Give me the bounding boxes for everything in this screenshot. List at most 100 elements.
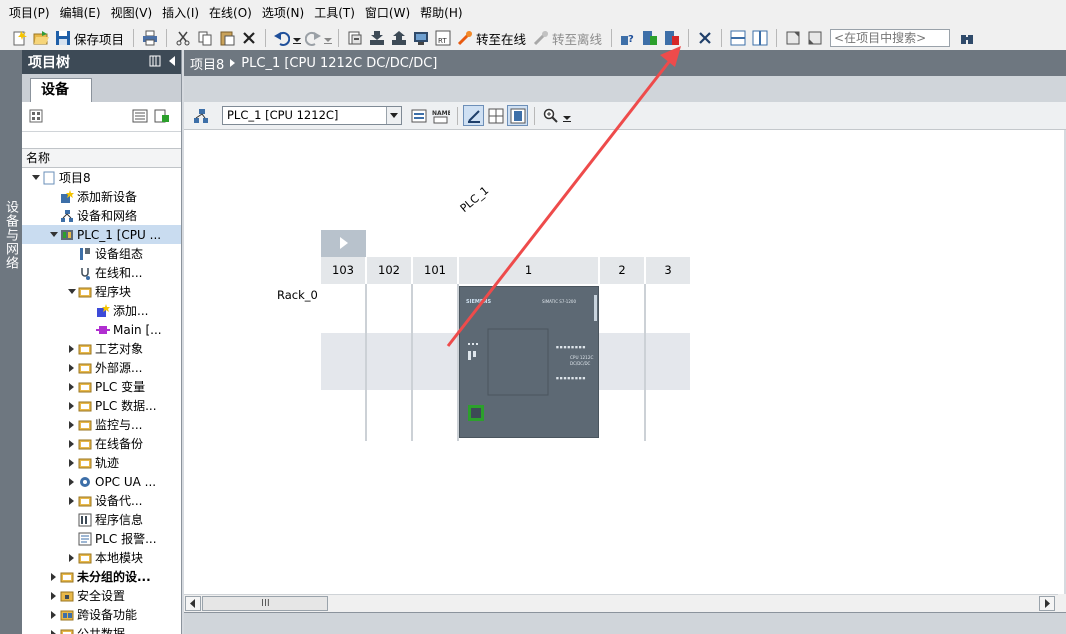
breadcrumb-device[interactable]: PLC_1 [CPU 1212C DC/DC/DC] — [241, 56, 437, 71]
collapse-panel-icon[interactable] — [167, 54, 177, 68]
tree-item[interactable]: 程序块 — [22, 282, 181, 301]
download-to-device-button[interactable] — [366, 28, 387, 49]
search-project-button[interactable] — [956, 28, 977, 49]
collapsed-arrow-icon[interactable] — [66, 552, 78, 564]
go-online-button[interactable]: 转至在线 — [476, 28, 526, 49]
project-search-input[interactable] — [830, 29, 951, 47]
collapsed-arrow-icon[interactable] — [66, 438, 78, 450]
tree-item[interactable]: PLC 数据... — [22, 396, 181, 415]
tab-devices[interactable]: 设备 — [30, 78, 92, 102]
topology-button[interactable] — [190, 105, 211, 126]
menu-tools[interactable]: 工具(T) — [309, 2, 360, 24]
menu-online[interactable]: 在线(O) — [204, 2, 257, 24]
menu-project[interactable]: 项目(P) — [4, 2, 55, 24]
go-offline-icon-button[interactable] — [530, 28, 551, 49]
menu-help[interactable]: 帮助(H) — [415, 2, 467, 24]
tree-item[interactable]: Main [... — [22, 320, 181, 339]
zoom-button[interactable] — [540, 105, 561, 126]
tree-item[interactable]: 未分组的设... — [22, 567, 181, 586]
device-select-dropdown[interactable]: PLC_1 [CPU 1212C] — [222, 106, 402, 125]
collapsed-arrow-icon[interactable] — [66, 457, 78, 469]
menu-insert[interactable]: 插入(I) — [157, 2, 204, 24]
expanded-arrow-icon[interactable] — [30, 172, 42, 184]
redo-button[interactable] — [302, 28, 323, 49]
expand-slot-button[interactable] — [321, 230, 366, 257]
tree-item[interactable]: 在线备份 — [22, 434, 181, 453]
device-properties-button[interactable] — [408, 105, 429, 126]
tree-item[interactable]: OPC UA ... — [22, 472, 181, 491]
collapsed-arrow-icon[interactable] — [66, 400, 78, 412]
tree-options-icon[interactable] — [154, 108, 170, 124]
tree-item[interactable]: 设备和网络 — [22, 206, 181, 225]
stop-cpu-button[interactable] — [661, 28, 682, 49]
collapsed-arrow-icon[interactable] — [48, 590, 60, 602]
slot-101[interactable] — [413, 284, 459, 441]
expanded-arrow-icon[interactable] — [66, 286, 78, 298]
tree-item[interactable]: 设备组态 — [22, 244, 181, 263]
tree-item[interactable]: PLC 报警... — [22, 529, 181, 548]
tree-item[interactable]: 安全设置 — [22, 586, 181, 605]
device-view-canvas[interactable]: PLC_1 Rack_0 103 102 101 1 2 3 SIEMENS S… — [184, 130, 1064, 594]
details-view-icon[interactable] — [132, 108, 148, 124]
tree-item[interactable]: 程序信息 — [22, 510, 181, 529]
collapsed-arrow-icon[interactable] — [66, 362, 78, 374]
collapsed-arrow-icon[interactable] — [66, 495, 78, 507]
slot-103[interactable] — [321, 284, 367, 441]
undo-button[interactable] — [271, 28, 292, 49]
maximize-editor-button[interactable] — [782, 28, 803, 49]
tree-item[interactable]: 项目8 — [22, 168, 181, 187]
paste-button[interactable] — [216, 28, 237, 49]
tree-item[interactable]: 工艺对象 — [22, 339, 181, 358]
compile-button[interactable] — [344, 28, 365, 49]
tree-item[interactable]: 跨设备功能 — [22, 605, 181, 624]
split-vertical-button[interactable] — [749, 28, 770, 49]
collapsed-arrow-icon[interactable] — [66, 419, 78, 431]
menu-window[interactable]: 窗口(W) — [360, 2, 415, 24]
copy-button[interactable] — [194, 28, 215, 49]
restore-layout-button[interactable] — [804, 28, 825, 49]
slot-2[interactable] — [600, 284, 646, 441]
menu-edit[interactable]: 编辑(E) — [55, 2, 106, 24]
panel-layout-icon[interactable] — [149, 54, 161, 68]
show-names-button[interactable]: NAME — [430, 105, 451, 126]
cut-button[interactable] — [172, 28, 193, 49]
menu-options[interactable]: 选项(N) — [257, 2, 309, 24]
upload-from-device-button[interactable] — [388, 28, 409, 49]
collapsed-arrow-icon[interactable] — [48, 609, 60, 621]
start-cpu-button[interactable] — [639, 28, 660, 49]
undo-dropdown[interactable] — [293, 28, 302, 49]
open-project-button[interactable] — [30, 28, 51, 49]
new-project-button[interactable] — [8, 28, 29, 49]
grid-view-button[interactable] — [485, 105, 506, 126]
tree-item[interactable]: 外部源... — [22, 358, 181, 377]
tree-item[interactable]: 在线和... — [22, 263, 181, 282]
tree-item[interactable]: 监控与... — [22, 415, 181, 434]
overview-icon[interactable] — [28, 108, 44, 124]
scroll-right-button[interactable] — [1039, 596, 1055, 611]
redo-dropdown[interactable] — [324, 28, 333, 49]
menu-view[interactable]: 视图(V) — [106, 2, 158, 24]
expanded-arrow-icon[interactable] — [48, 229, 60, 241]
save-project-button[interactable]: 保存项目 — [74, 28, 124, 49]
tree-item[interactable]: 设备代... — [22, 491, 181, 510]
tree-item[interactable]: 本地模块 — [22, 548, 181, 567]
tree-item[interactable]: 添加新设备 — [22, 187, 181, 206]
save-project-icon-button[interactable] — [52, 28, 73, 49]
tree-item[interactable]: PLC 变量 — [22, 377, 181, 396]
collapsed-arrow-icon[interactable] — [66, 381, 78, 393]
devices-networks-side-tab[interactable]: 设备与网络 — [0, 50, 22, 634]
collapsed-arrow-icon[interactable] — [66, 343, 78, 355]
tree-item[interactable]: 轨迹 — [22, 453, 181, 472]
breadcrumb-project[interactable]: 项目8 — [190, 54, 224, 73]
print-button[interactable] — [139, 28, 160, 49]
accessible-devices-button[interactable]: ? — [617, 28, 638, 49]
split-horizontal-button[interactable] — [727, 28, 748, 49]
table-view-button[interactable] — [507, 105, 528, 126]
collapsed-arrow-icon[interactable] — [48, 628, 60, 634]
collapsed-arrow-icon[interactable] — [48, 571, 60, 583]
start-simulation-button[interactable] — [410, 28, 431, 49]
go-offline-button[interactable]: 转至离线 — [552, 28, 602, 49]
draw-mode-button[interactable] — [463, 105, 484, 126]
horizontal-scrollbar[interactable]: III — [184, 594, 1058, 612]
slot-3[interactable] — [646, 284, 690, 441]
